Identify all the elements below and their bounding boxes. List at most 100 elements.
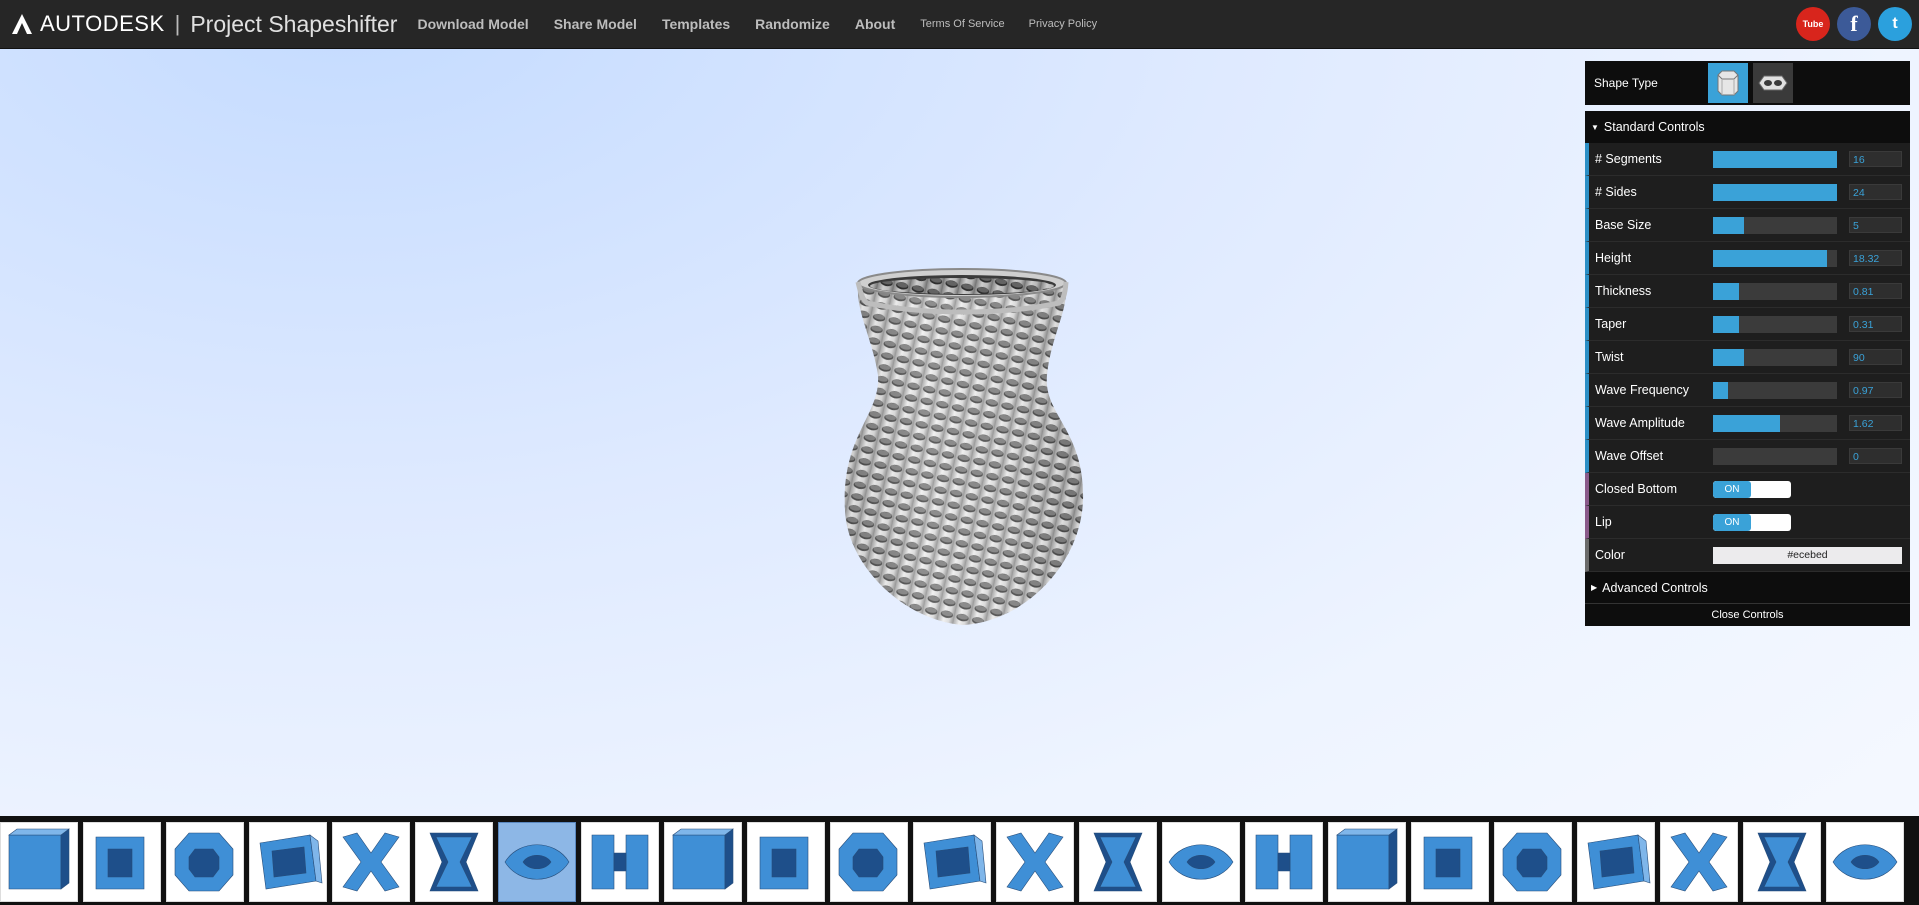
square-frame-icon	[95, 836, 145, 890]
template-thumbnail[interactable]	[1743, 822, 1821, 902]
wave-offset-slider[interactable]	[1713, 447, 1837, 465]
height-value-input[interactable]: 18.32	[1849, 250, 1902, 266]
step-block-icon	[1093, 832, 1143, 892]
vase-3d-model[interactable]	[833, 265, 1091, 645]
taper-value-input[interactable]: 0.31	[1849, 316, 1902, 332]
wave-amplitude-value-input[interactable]: 1.62	[1849, 415, 1902, 431]
slider-fill	[1713, 414, 1780, 432]
closed-bottom-toggle[interactable]: ON	[1713, 480, 1791, 498]
wave-frequency-slider[interactable]	[1713, 381, 1837, 399]
x-shape-icon	[342, 832, 400, 892]
nav-about[interactable]: About	[855, 16, 895, 32]
height-slider[interactable]	[1713, 249, 1837, 267]
control-label: Twist	[1595, 350, 1624, 364]
template-thumbnail[interactable]	[1328, 822, 1406, 902]
template-thumbnail[interactable]	[1660, 822, 1738, 902]
top-bar: AUTODESK | Project Shapeshifter Download…	[0, 0, 1919, 49]
template-thumbnail[interactable]	[747, 822, 825, 902]
control-height: Height 18.32	[1585, 242, 1910, 275]
close-controls-button[interactable]: Close Controls	[1585, 603, 1910, 626]
stair-block-icon	[1757, 832, 1807, 892]
template-thumbnail[interactable]	[415, 822, 493, 902]
cylinder-drum-icon	[838, 832, 898, 892]
nav-download-model[interactable]: Download Model	[417, 16, 528, 32]
sides-value-input[interactable]: 24	[1849, 184, 1902, 200]
slider-fill	[1713, 348, 1744, 366]
segments-slider[interactable]	[1713, 150, 1837, 168]
youtube-icon[interactable]: Tube	[1796, 7, 1830, 41]
nav-privacy-policy[interactable]: Privacy Policy	[1029, 18, 1097, 30]
template-thumbnail[interactable]	[1411, 822, 1489, 902]
curved-ramp-icon	[759, 836, 809, 890]
nav-templates[interactable]: Templates	[662, 16, 730, 32]
control-taper: Taper 0.31	[1585, 308, 1910, 341]
nav-terms-of-service[interactable]: Terms Of Service	[920, 18, 1004, 30]
template-thumbnail[interactable]	[996, 822, 1074, 902]
template-strip	[0, 816, 1919, 905]
template-thumbnail[interactable]	[1494, 822, 1572, 902]
control-label: Wave Amplitude	[1595, 416, 1685, 430]
base-size-slider[interactable]	[1713, 216, 1837, 234]
taper-slider[interactable]	[1713, 315, 1837, 333]
standard-controls-header[interactable]: ▼ Standard Controls	[1585, 111, 1910, 143]
control-closed-bottom: Closed Bottom ON	[1585, 473, 1910, 506]
template-thumbnail[interactable]	[1162, 822, 1240, 902]
color-picker-input[interactable]: #ecebed	[1713, 546, 1902, 564]
nav-share-model[interactable]: Share Model	[554, 16, 637, 32]
control-segments: # Segments 16	[1585, 143, 1910, 176]
template-thumbnail[interactable]	[249, 822, 327, 902]
control-label: Height	[1595, 251, 1632, 265]
star-box-icon	[1587, 834, 1651, 890]
control-label: Base Size	[1595, 218, 1652, 232]
template-thumbnail[interactable]	[1577, 822, 1655, 902]
twist-slider[interactable]	[1713, 348, 1837, 366]
base-size-value-input[interactable]: 5	[1849, 217, 1902, 233]
vessel-shape-button[interactable]	[1708, 63, 1748, 103]
sides-slider[interactable]	[1713, 183, 1837, 201]
nav-randomize[interactable]: Randomize	[755, 16, 830, 32]
standard-controls-list: # Segments 16 # Sides 24 Base Size 5 Hei…	[1585, 143, 1910, 572]
template-thumbnail[interactable]	[1826, 822, 1904, 902]
template-thumbnail[interactable]	[581, 822, 659, 902]
eye-shape-icon	[504, 844, 570, 880]
template-thumbnail[interactable]	[498, 822, 576, 902]
template-thumbnail[interactable]	[83, 822, 161, 902]
control-label: Thickness	[1595, 284, 1652, 298]
template-thumbnail[interactable]	[830, 822, 908, 902]
brand-name: AUTODESK	[40, 11, 165, 36]
rounded-ring-icon	[259, 834, 323, 890]
template-thumbnail[interactable]	[1245, 822, 1323, 902]
slider-fill	[1713, 216, 1744, 234]
solid-cube-icon	[8, 828, 70, 890]
template-thumbnail[interactable]	[0, 822, 78, 902]
control-label: Closed Bottom	[1595, 482, 1677, 496]
wave-frequency-value-input[interactable]: 0.97	[1849, 382, 1902, 398]
advanced-controls-header[interactable]: ▶ Advanced Controls	[1585, 572, 1910, 603]
autodesk-logo-icon	[12, 14, 32, 34]
template-thumbnail[interactable]	[664, 822, 742, 902]
wave-offset-value-input[interactable]: 0	[1849, 448, 1902, 464]
lip-toggle[interactable]: ON	[1713, 513, 1791, 531]
segments-value-input[interactable]: 16	[1849, 151, 1902, 167]
x-frame-icon	[1832, 844, 1898, 880]
control-color: Color #ecebed	[1585, 539, 1910, 572]
twitter-icon[interactable]: t	[1878, 7, 1912, 41]
template-thumbnails	[0, 822, 1909, 902]
thickness-value-input[interactable]: 0.81	[1849, 283, 1902, 299]
octagon-ring-icon	[174, 832, 234, 892]
template-thumbnail[interactable]	[1079, 822, 1157, 902]
ring-shape-icon	[1758, 75, 1788, 91]
template-thumbnail[interactable]	[332, 822, 410, 902]
wave-amplitude-slider[interactable]	[1713, 414, 1837, 432]
thickness-slider[interactable]	[1713, 282, 1837, 300]
template-thumbnail[interactable]	[913, 822, 991, 902]
control-twist: Twist 90	[1585, 341, 1910, 374]
facebook-icon[interactable]: f	[1837, 7, 1871, 41]
brand[interactable]: AUTODESK | Project Shapeshifter	[10, 11, 397, 38]
twist-value-input[interactable]: 90	[1849, 349, 1902, 365]
template-thumbnail[interactable]	[166, 822, 244, 902]
ring-shape-button[interactable]	[1753, 63, 1793, 103]
slider-fill	[1713, 183, 1837, 201]
pinched-x-icon	[429, 832, 479, 892]
standard-controls-label: Standard Controls	[1603, 120, 1705, 134]
